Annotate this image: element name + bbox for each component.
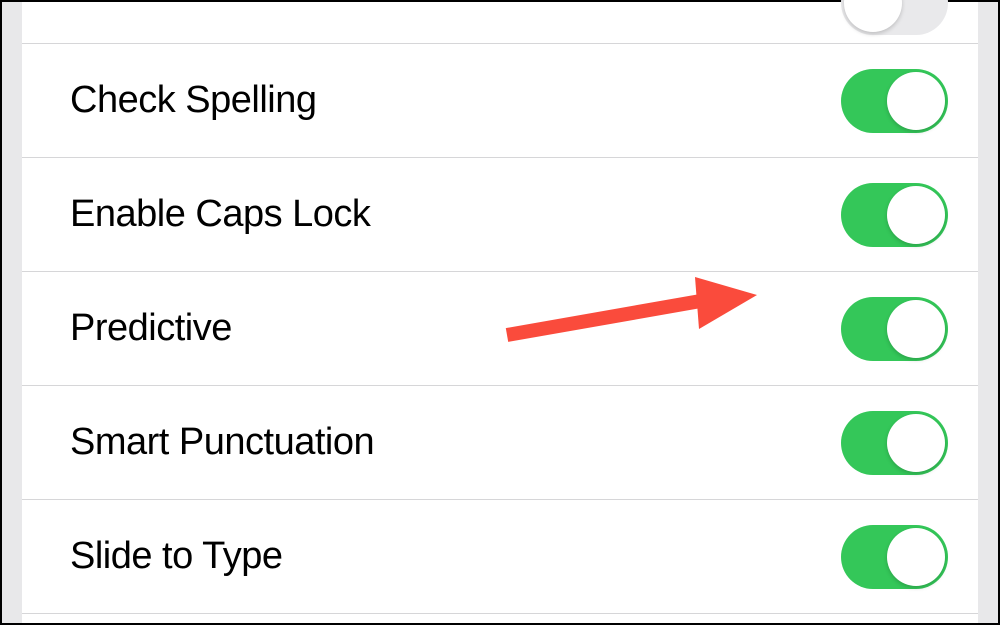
toggle-caps-lock[interactable]	[841, 183, 948, 247]
toggle-smart-punctuation[interactable]	[841, 411, 948, 475]
toggle-thumb	[887, 528, 945, 586]
settings-row-smart-punctuation: Smart Punctuation	[22, 386, 978, 500]
row-label-slide-to-type: Slide to Type	[70, 535, 283, 578]
toggle-switch[interactable]	[841, 0, 948, 35]
toggle-thumb	[887, 72, 945, 130]
settings-container: Check Spelling Enable Caps Lock Predicti…	[2, 2, 998, 623]
settings-row-partial-top	[22, 2, 978, 44]
toggle-thumb	[887, 414, 945, 472]
settings-row-caps-lock: Enable Caps Lock	[22, 158, 978, 272]
row-label-caps-lock: Enable Caps Lock	[70, 193, 370, 236]
settings-row-slide-to-type: Slide to Type	[22, 500, 978, 614]
toggle-predictive[interactable]	[841, 297, 948, 361]
toggle-slide-to-type[interactable]	[841, 525, 948, 589]
settings-row-predictive: Predictive	[22, 272, 978, 386]
row-label-check-spelling: Check Spelling	[70, 79, 316, 122]
row-label-predictive: Predictive	[70, 307, 232, 350]
toggle-thumb	[887, 300, 945, 358]
toggle-thumb	[844, 0, 902, 32]
row-label-smart-punctuation: Smart Punctuation	[70, 421, 374, 464]
toggle-check-spelling[interactable]	[841, 69, 948, 133]
toggle-thumb	[887, 186, 945, 244]
settings-row-check-spelling: Check Spelling	[22, 44, 978, 158]
settings-list: Check Spelling Enable Caps Lock Predicti…	[22, 2, 978, 623]
settings-row-partial-bottom	[22, 614, 978, 626]
